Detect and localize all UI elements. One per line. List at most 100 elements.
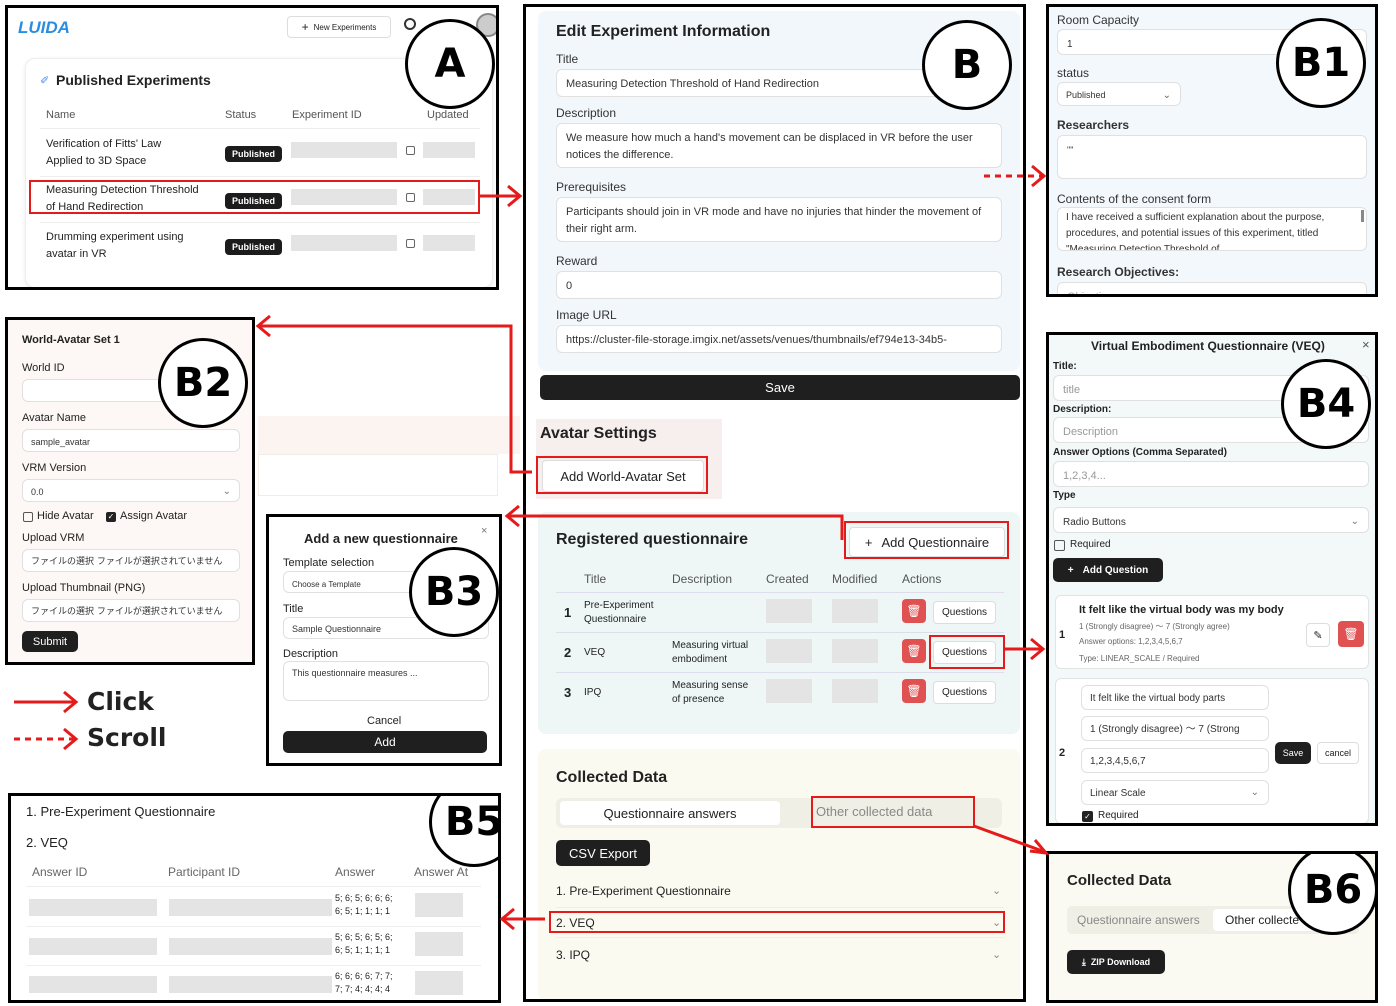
scrollbar[interactable] xyxy=(1361,210,1364,222)
accordion-item[interactable]: 1. Pre-Experiment Questionnaire xyxy=(556,884,731,898)
close-icon[interactable]: × xyxy=(1362,337,1370,352)
zip-download-button[interactable]: ⤓ ZIP Download xyxy=(1067,950,1165,974)
image-url-input[interactable]: https://cluster-file-storage.imgix.net/a… xyxy=(556,325,1002,353)
type-select[interactable]: Radio Buttons ⌄ xyxy=(1053,507,1369,533)
scroll-arrow-legend xyxy=(14,727,79,751)
table-row[interactable]: Verification of Fitts' Law Applied to 3D … xyxy=(46,136,161,170)
accordion-item[interactable]: 3. IPQ xyxy=(556,948,590,962)
q-col-description: Description xyxy=(672,572,733,586)
new-experiments-button[interactable]: + New Experiments xyxy=(287,16,391,38)
description-label: Description xyxy=(283,648,339,660)
download-icon: ⤓ xyxy=(1081,956,1086,967)
q-col-created: Created xyxy=(766,572,809,586)
panel-b3: Add a new questionnaire × Template selec… xyxy=(266,514,502,766)
plus-icon: + xyxy=(1067,564,1074,576)
accordion-item[interactable]: 1. Pre-Experiment Questionnaire xyxy=(26,804,215,819)
cancel-button[interactable]: cancel xyxy=(1317,742,1359,764)
questions-button[interactable]: Questions xyxy=(933,601,997,624)
questions-button[interactable]: Questions xyxy=(933,681,997,704)
tab-questionnaire-answers[interactable]: Questionnaire answers xyxy=(1077,913,1200,927)
hide-avatar-checkbox[interactable] xyxy=(23,512,33,522)
status-select[interactable]: Published ⌄ xyxy=(1057,82,1181,106)
objectives-input[interactable]: Objectives: xyxy=(1057,282,1367,294)
panel-b5: 1. Pre-Experiment Questionnaire 2. VEQ A… xyxy=(8,793,501,1003)
delete-icon[interactable]: 🗑 xyxy=(902,639,926,663)
assign-avatar-checkbox[interactable]: ✓ xyxy=(106,512,116,522)
description-input[interactable]: We measure how much a hand's movement ca… xyxy=(556,123,1002,168)
copy-icon[interactable] xyxy=(406,146,415,155)
save-button[interactable]: Save xyxy=(540,375,1020,400)
edit-heading: Edit Experiment Information xyxy=(556,23,771,40)
chevron-down-icon: ⌄ xyxy=(992,949,1002,961)
legend-click: Click xyxy=(87,687,154,716)
panel-label-b3: B3 xyxy=(409,547,499,637)
avatar-settings-heading: Avatar Settings xyxy=(540,425,657,442)
accordion-item[interactable]: 2. VEQ xyxy=(26,835,68,850)
vrm-version-select[interactable]: 0.0 ⌄ xyxy=(22,479,240,502)
legend-scroll: Scroll xyxy=(87,723,167,752)
q-row-number: 1 xyxy=(564,605,572,620)
upload-thumbnail-label: Upload Thumbnail (PNG) xyxy=(22,582,146,594)
answer-options-label: Answer Options (Comma Separated) xyxy=(1053,447,1227,458)
title-label: Title: xyxy=(1053,361,1077,372)
upload-vrm-input[interactable]: ファイルの選択 ファイルが選択されていません xyxy=(22,549,240,572)
upload-thumbnail-input[interactable]: ファイルの選択 ファイルが選択されていません xyxy=(22,599,240,622)
add-button[interactable]: Add xyxy=(283,731,487,753)
answer-options-input[interactable]: 1,2,3,4... xyxy=(1053,461,1369,487)
consent-input[interactable]: I have received a sufficient explanation… xyxy=(1057,207,1367,251)
add-question-button[interactable]: + Add Question xyxy=(1053,558,1163,582)
answer-cell: 5; 6; 5; 6; 6; 6; 6; 5; 1; 1; 1; 1 xyxy=(335,893,393,916)
csv-export-button[interactable]: CSV Export xyxy=(556,840,650,866)
published-heading: Published Experiments xyxy=(56,72,211,88)
delete-icon[interactable]: 🗑 xyxy=(1338,621,1364,647)
cancel-button[interactable]: Cancel xyxy=(367,715,401,727)
plus-icon: + xyxy=(301,20,309,34)
required-checkbox[interactable] xyxy=(1054,540,1065,551)
submit-button[interactable]: Submit xyxy=(22,631,78,652)
consent-label: Contents of the consent form xyxy=(1057,192,1212,206)
veq-heading: Virtual Embodiment Questionnaire (VEQ) xyxy=(1091,339,1325,353)
panel-label-b1: B1 xyxy=(1276,18,1366,108)
world-id-label: World ID xyxy=(22,362,65,374)
reward-input[interactable]: 0 xyxy=(556,271,1002,299)
objectives-label: Research Objectives: xyxy=(1057,265,1180,279)
panel-a: LUIDA + New Experiments ✐ Published Exper… xyxy=(5,5,499,290)
col-answer-id: Answer ID xyxy=(32,865,88,879)
q-row-number: 3 xyxy=(564,685,572,700)
panel-label-b4: B4 xyxy=(1281,359,1371,449)
col-participant-id: Participant ID xyxy=(168,865,241,879)
question-number: 1 xyxy=(1059,629,1066,641)
question-options-input[interactable]: 1,2,3,4,5,6,7 xyxy=(1081,748,1269,773)
researchers-input[interactable]: "" xyxy=(1057,135,1367,179)
copy-icon[interactable] xyxy=(406,239,415,248)
close-icon[interactable]: × xyxy=(481,525,487,537)
col-experiment-id: Experiment ID xyxy=(292,109,362,121)
search-icon[interactable] xyxy=(404,18,416,30)
chevron-down-icon: ⌄ xyxy=(1162,90,1171,101)
q-row-description: Measuring virtual embodiment xyxy=(672,640,749,665)
description-input[interactable]: This questionnaire measures ... xyxy=(283,661,489,701)
required-checkbox[interactable]: ✓ xyxy=(1082,811,1093,822)
col-name: Name xyxy=(46,109,76,121)
add-questionnaire-heading: Add a new questionnaire xyxy=(304,531,458,546)
q-col-modified: Modified xyxy=(832,572,878,586)
avatar-name-input[interactable]: sample_avatar xyxy=(22,429,240,452)
question-title-input[interactable]: It felt like the virtual body parts xyxy=(1081,685,1269,710)
redacted-id xyxy=(291,235,397,251)
hide-avatar-label: Hide Avatar xyxy=(37,510,94,522)
image-url-label: Image URL xyxy=(556,308,617,322)
question-type-select[interactable]: Linear Scale ⌄ xyxy=(1081,780,1269,805)
tab-questionnaire-answers[interactable]: Questionnaire answers xyxy=(560,801,780,825)
question-scale-input[interactable]: 1 (Strongly disagree) 〜 7 (Strong xyxy=(1081,716,1269,741)
title-label: Title xyxy=(283,603,304,615)
delete-icon[interactable]: 🗑 xyxy=(902,679,926,703)
prerequisites-input[interactable]: Participants should join in VR mode and … xyxy=(556,197,1002,242)
highlight-questions xyxy=(929,635,1005,669)
collected-heading: Collected Data xyxy=(556,769,668,786)
panel-label-a: A xyxy=(405,19,495,109)
edit-icon[interactable]: ✎ xyxy=(1306,623,1330,647)
save-button[interactable]: Save xyxy=(1275,742,1311,764)
table-row[interactable]: Drumming experiment using avatar in VR xyxy=(46,229,184,263)
required-label: Required xyxy=(1070,539,1111,550)
delete-icon[interactable]: 🗑 xyxy=(902,599,926,623)
